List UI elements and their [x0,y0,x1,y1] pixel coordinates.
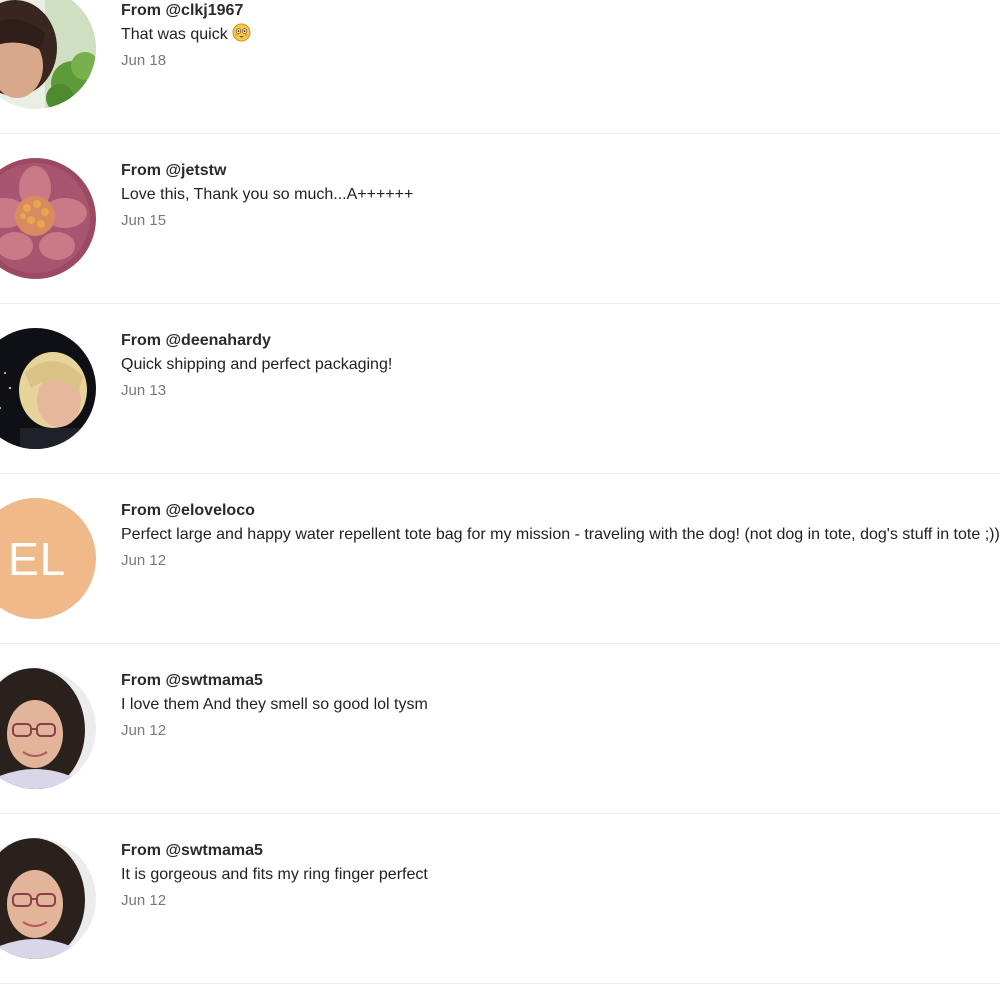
from-label: From [121,502,161,519]
feedback-date: Jun 12 [121,722,167,739]
avatar-photo [0,0,96,109]
avatar-photo [0,838,96,959]
from-label: From [121,672,161,689]
feedback-message: Quick shipping and perfect packaging! [121,356,393,373]
sender-line: From @clkj1967 [121,0,1000,22]
sender-handle[interactable]: @swtmama5 [165,672,262,689]
sender-line: From @swtmama5 [121,670,1000,692]
flushed-face-emoji [232,23,251,42]
sender-handle[interactable]: @eloveloco [165,502,254,519]
feed-item: From @clkj1967 That was quick Jun 18 [0,0,1000,134]
feedback-message: I love them And they smell so good lol t… [121,696,428,713]
avatar-photo [0,158,96,279]
feedback-date: Jun 12 [121,892,167,909]
sender-handle[interactable]: @deenahardy [165,332,270,349]
feedback-message: Perfect large and happy water repellent … [121,526,1000,543]
feedback-message: That was quick [121,23,1000,47]
feed-item: From @swtmama5 I love them And they smel… [0,644,1000,814]
avatar-photo [0,668,96,789]
avatar-initials: EL [0,498,96,619]
avatar-photo [0,328,96,449]
from-label: From [121,162,161,179]
feedback-feed: From @clkj1967 That was quick Jun 18 Fro… [0,0,1000,1000]
avatar[interactable] [0,0,96,109]
feed-item: EL From @eloveloco Perfect large and hap… [0,474,1000,644]
feedback-date: Jun 12 [121,552,167,569]
message-text: That was quick [121,26,228,43]
feed-item: From @jetstw Love this, Thank you so muc… [0,134,1000,304]
feed-item: From @deenahardy Quick shipping and perf… [0,304,1000,474]
avatar[interactable]: EL [0,498,96,619]
feedback-message: Love this, Thank you so much...A++++++ [121,186,414,203]
sender-line: From @eloveloco [121,500,1000,522]
sender-line: From @jetstw [121,160,1000,182]
sender-handle[interactable]: @clkj1967 [165,2,243,19]
from-label: From [121,332,161,349]
sender-handle[interactable]: @jetstw [165,162,226,179]
from-label: From [121,842,161,859]
feedback-date: Jun 13 [121,382,167,399]
feed-item: From @swtmama5 It is gorgeous and fits m… [0,814,1000,984]
sender-handle[interactable]: @swtmama5 [165,842,262,859]
from-label: From [121,2,161,19]
sender-line: From @deenahardy [121,330,1000,352]
avatar[interactable] [0,158,96,279]
feedback-message: It is gorgeous and fits my ring finger p… [121,866,428,883]
feedback-date: Jun 18 [121,52,167,69]
feedback-date: Jun 15 [121,212,167,229]
sender-line: From @swtmama5 [121,840,1000,862]
avatar[interactable] [0,328,96,449]
avatar[interactable] [0,838,96,959]
avatar[interactable] [0,668,96,789]
